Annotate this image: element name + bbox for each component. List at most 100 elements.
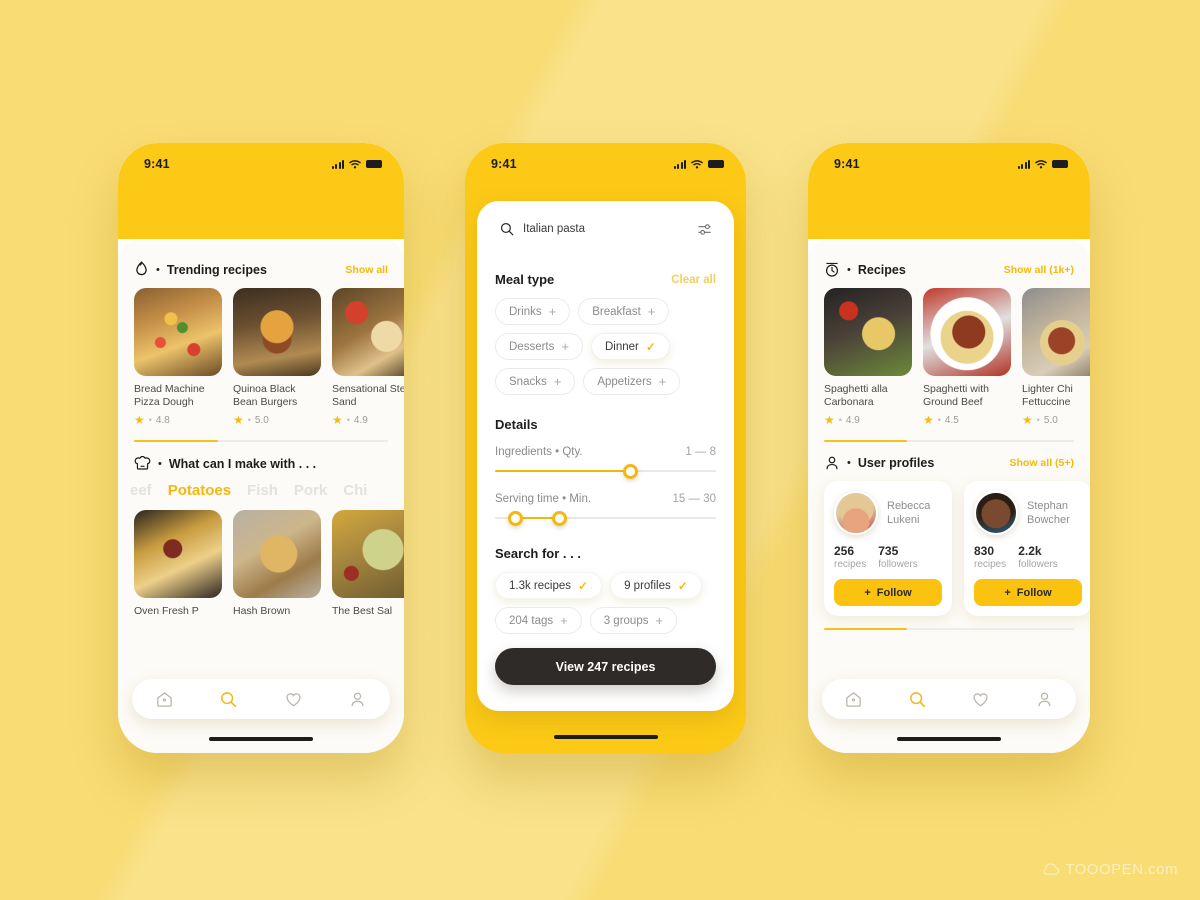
section-divider [134,440,388,442]
recipe-card[interactable]: Bread Machine Pizza Dough ★ • 4.8 [134,288,222,426]
profile-icon[interactable] [1035,690,1054,709]
recipe-card[interactable]: Lighter Chi Fettuccine ★ • 5.0 [1022,288,1090,426]
view-recipes-button[interactable]: View 247 recipes [495,648,716,685]
chip-breakfast[interactable]: Breakfast + [578,298,670,325]
section-header-recipes: • Recipes Show all (1k+) [808,261,1090,278]
recipe-thumbnail[interactable] [233,510,321,598]
ingredient-tab-fish[interactable]: Fish [247,482,278,499]
ingredient-tab-chicken[interactable]: Chi [343,482,367,499]
profile-stat-recipes: 256 recipes [834,544,866,570]
ingredient-tab-beef[interactable]: eef [130,482,152,499]
recipe-thumbnail[interactable] [134,510,222,598]
recipe-card[interactable]: Spaghetti with Ground Beef ★ • 4.5 [923,288,1011,426]
profile-top: Stephan Bowcher [974,491,1082,535]
chip-groups-count[interactable]: 3 groups + [589,607,678,634]
rating-separator: • [838,415,842,425]
recipe-card[interactable]: Oven Fresh P [134,510,222,618]
rating-value: 4.9 [353,414,368,426]
ingredient-tab-pork[interactable]: Pork [294,482,327,499]
status-bar: 9:41 [808,143,1090,175]
chip-profiles-count[interactable]: 9 profiles ✓ [610,572,702,599]
stat-label: recipes [834,559,867,570]
home-icon[interactable] [844,690,863,709]
search-icon [500,222,514,236]
rating-value: 5.0 [254,414,269,426]
make-with-recipe-cards: Oven Fresh P Hash Brown The Best Sal [118,510,404,618]
plus-icon: + [655,613,664,628]
recipe-thumbnail[interactable] [233,288,321,376]
slider-range: 1 — 8 [685,446,716,458]
follow-button[interactable]: + Follow [834,579,942,606]
search-icon[interactable] [908,690,927,709]
rating-value: 4.9 [845,414,860,426]
star-icon: ★ [233,413,244,427]
recipe-thumbnail[interactable] [923,288,1011,376]
profile-stats: 256 recipes 735 followers [834,544,942,570]
star-icon: ★ [824,413,835,427]
ingredients-slider[interactable] [495,463,716,479]
chip-desserts[interactable]: Desserts + [495,333,583,360]
recipe-thumbnail[interactable] [1022,288,1090,376]
chip-dinner[interactable]: Dinner ✓ [590,333,670,360]
meal-type-header: Meal type Clear all [477,272,734,287]
show-all-trending-link[interactable]: Show all [345,264,388,276]
recipe-card[interactable]: Spaghetti alla Carbonara ★ • 4.9 [824,288,912,426]
recipe-thumbnail[interactable] [332,288,404,376]
section-divider [824,440,1074,442]
clear-all-button[interactable]: Clear all [671,274,716,286]
plus-icon: + [548,304,557,319]
chip-label: Dinner [604,340,639,353]
search-for-header: Search for . . . [477,546,734,561]
recipe-card[interactable]: Hash Brown [233,510,321,618]
chip-label: Appetizers [597,375,652,388]
details-header: Details [477,417,734,432]
recipe-card[interactable]: Sensational Steak Sand ★ • 4.9 [332,288,404,426]
home-icon[interactable] [155,690,174,709]
show-all-profiles-link[interactable]: Show all (5+) [1010,457,1074,469]
stat-value: 830 [974,544,995,558]
show-all-recipes-link[interactable]: Show all (1k+) [1004,264,1074,276]
recipe-thumbnail[interactable] [824,288,912,376]
filter-sliders-icon[interactable] [698,222,713,237]
recipe-thumbnail[interactable] [332,510,404,598]
chip-label: 204 tags [509,614,554,627]
user-profile-card[interactable]: Rebecca Lukeni 256 recipes 735 followers [824,481,952,616]
heart-icon[interactable] [284,690,303,709]
chip-drinks[interactable]: Drinks + [495,298,571,325]
slider-knob-min[interactable] [507,511,523,526]
chip-appetizers[interactable]: Appetizers + [583,368,681,395]
bullet: • [156,263,160,276]
recipe-name: Quinoa Black Bean Burgers [233,383,298,408]
recipe-thumbnail[interactable] [134,288,222,376]
profile-top: Rebecca Lukeni [834,491,942,535]
search-input[interactable]: Italian pasta [523,223,689,235]
ingredient-tab-potatoes[interactable]: Potatoes [168,482,231,499]
chip-tags-count[interactable]: 204 tags + [495,607,582,634]
avatar[interactable] [834,491,878,535]
heart-icon[interactable] [971,690,990,709]
wifi-icon [691,160,703,169]
user-profile-card[interactable]: Stephan Bowcher 830 recipes 2.2k followe… [964,481,1090,616]
chip-snacks[interactable]: Snacks + [495,368,576,395]
recipe-card[interactable]: The Best Sal [332,510,404,618]
signal-bars-icon [331,159,344,169]
profile-stat-followers: 735 followers [878,544,917,570]
search-bar[interactable]: Italian pasta [487,212,724,246]
profile-name: Stephan Bowcher [1027,500,1070,526]
plus-icon: + [647,304,656,319]
search-icon[interactable] [219,690,238,709]
serving-time-slider[interactable] [495,510,716,526]
signal-bars-icon [1017,159,1030,169]
status-time: 9:41 [834,157,860,171]
slider-knob-max[interactable] [622,464,638,479]
watermark: TOOOPEN.com [1043,861,1178,878]
chip-recipes-count[interactable]: 1.3k recipes ✓ [495,572,603,599]
section-header-user-profiles: • User profiles Show all (5+) [808,455,1090,471]
details-title: Details [495,417,538,432]
follow-button[interactable]: + Follow [974,579,1082,606]
slider-knob-max[interactable] [552,511,568,526]
recipe-rating: ★ • 4.8 [134,414,222,426]
avatar[interactable] [974,491,1018,535]
profile-icon[interactable] [348,690,367,709]
recipe-card[interactable]: Quinoa Black Bean Burgers ★ • 5.0 [233,288,321,426]
